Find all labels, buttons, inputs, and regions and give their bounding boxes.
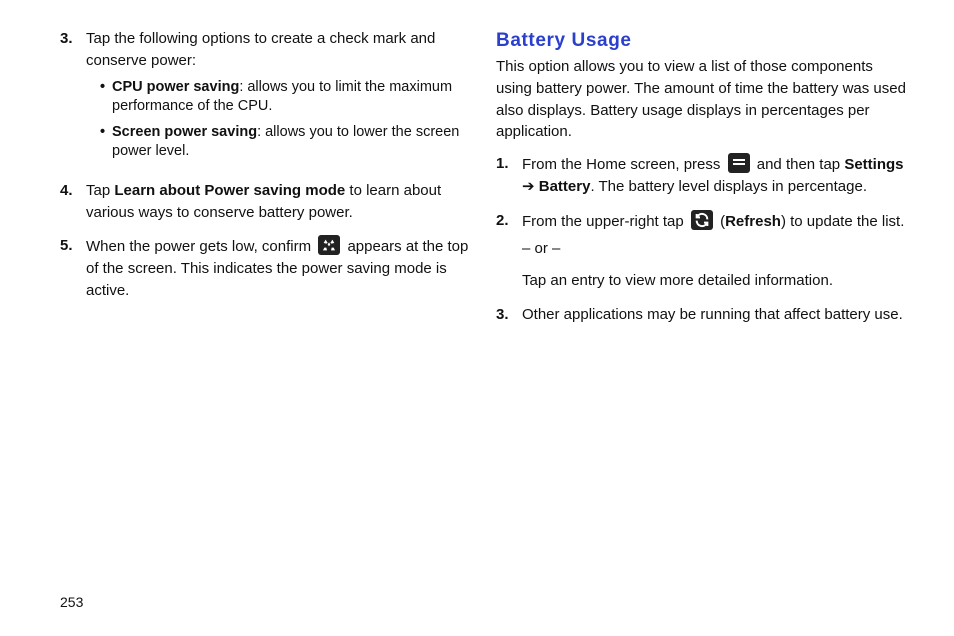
r-step-2: 2. From the upper-right tap (Refresh) to… [496, 210, 908, 292]
step-body: Other applications may be running that a… [522, 304, 908, 326]
step-body: Tap Learn about Power saving mode to lea… [86, 180, 472, 224]
r-step-3: 3. Other applications may be running tha… [496, 304, 908, 326]
r-step-1: 1. From the Home screen, press and then … [496, 153, 908, 198]
r2-or: – or – [522, 238, 908, 260]
r3-text: Other applications may be running that a… [522, 306, 903, 323]
refresh-icon [691, 210, 713, 230]
step-number: 3. [496, 304, 522, 326]
r1-mid: and then tap [753, 156, 845, 173]
step-body: From the upper-right tap (Refresh) to up… [522, 210, 908, 292]
menu-icon [728, 153, 750, 173]
step-number: 2. [496, 210, 522, 232]
step-4: 4. Tap Learn about Power saving mode to … [60, 180, 472, 224]
page-number: 253 [60, 594, 83, 610]
bullet-cpu: CPU power saving: allows you to limit th… [100, 78, 472, 117]
step-5: 5. When the power gets low, confirm appe… [60, 235, 472, 301]
step-4-bold: Learn about Power saving mode [114, 182, 345, 199]
step-body: When the power gets low, confirm appears… [86, 235, 472, 301]
battery-usage-intro: This option allows you to view a list of… [496, 56, 908, 143]
step-3: 3. Tap the following options to create a… [60, 28, 472, 168]
bullet-screen-bold: Screen power saving [112, 124, 257, 140]
r2-line1: From the upper-right tap (Refresh) to up… [522, 210, 908, 233]
r1-arrow: ➔ [522, 178, 539, 195]
left-steps-list: 3. Tap the following options to create a… [60, 28, 472, 302]
step-number: 4. [60, 180, 86, 202]
bullet-cpu-bold: CPU power saving [112, 79, 239, 95]
r2-open: ( [716, 213, 725, 230]
right-column: Battery Usage This option allows you to … [496, 28, 908, 616]
r2-close: ) to update the list. [781, 213, 904, 230]
right-steps-list: 1. From the Home screen, press and then … [496, 153, 908, 326]
r1-bold1: Settings [844, 156, 903, 173]
step-4-pre: Tap [86, 182, 114, 199]
step-body: Tap the following options to create a ch… [86, 28, 472, 168]
manual-page: 3. Tap the following options to create a… [0, 0, 954, 636]
bullet-screen: Screen power saving: allows you to lower… [100, 123, 472, 162]
step-number: 3. [60, 28, 86, 50]
r2-refresh: Refresh [725, 213, 781, 230]
recycle-icon [318, 235, 340, 255]
step-number: 5. [60, 235, 86, 257]
r2-tap-entry: Tap an entry to view more detailed infor… [522, 270, 908, 292]
step-3-bullets: CPU power saving: allows you to limit th… [86, 78, 472, 162]
step-3-intro: Tap the following options to create a ch… [86, 30, 435, 69]
step-body: From the Home screen, press and then tap… [522, 153, 908, 198]
step-5-pre: When the power gets low, confirm [86, 238, 315, 255]
section-heading-battery-usage: Battery Usage [496, 30, 908, 52]
r1-bold2: Battery [539, 178, 591, 195]
r1-post: . The battery level displays in percenta… [590, 178, 867, 195]
left-column: 3. Tap the following options to create a… [60, 28, 472, 616]
r2-pre: From the upper-right tap [522, 213, 688, 230]
r1-pre: From the Home screen, press [522, 156, 725, 173]
two-column-layout: 3. Tap the following options to create a… [60, 28, 908, 616]
step-number: 1. [496, 153, 522, 175]
